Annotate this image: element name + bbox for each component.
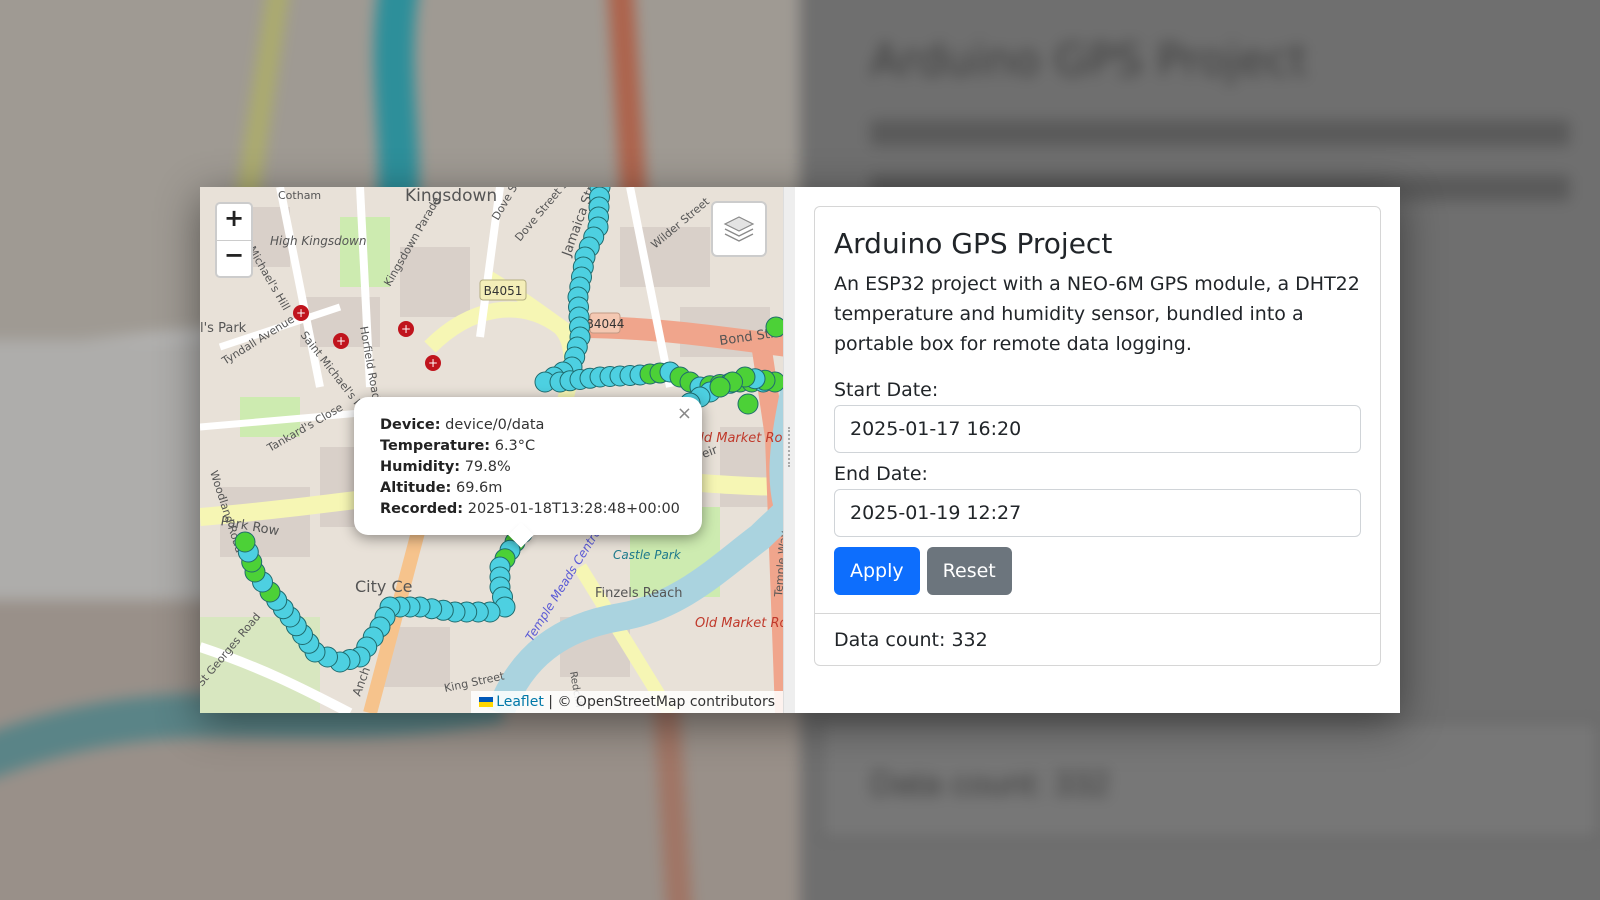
zoom-out-button[interactable]: −: [217, 240, 251, 276]
popup-altitude-row: Altitude: 69.6m: [380, 478, 682, 499]
popup-humidity-value: 79.8%: [464, 459, 511, 475]
gps-point-marker[interactable]: [709, 376, 731, 398]
popup-temperature-label: Temperature:: [380, 438, 491, 454]
popup-recorded-label: Recorded:: [380, 501, 464, 517]
label-finzels-reach: Finzels Reach: [595, 586, 683, 601]
project-description: An ESP32 project with a NEO-6M GPS modul…: [834, 273, 1360, 355]
svg-text:+: +: [428, 356, 438, 370]
project-card: Arduino GPS Project An ESP32 project wit…: [814, 206, 1381, 666]
ukraine-flag-icon: [479, 697, 494, 707]
popup-humidity-row: Humidity: 79.8%: [380, 457, 682, 478]
popup-device-label: Device:: [380, 417, 441, 433]
zoom-in-button[interactable]: +: [217, 204, 251, 240]
map-pane[interactable]: + + + + B4051 B4044 Kingsdown High Kings…: [200, 187, 795, 713]
label-high-kingsdown: High Kingsdown: [270, 234, 366, 248]
end-date-label: End Date:: [834, 463, 928, 485]
svg-text:+: +: [296, 306, 306, 320]
label-castle-park: Castle Park: [613, 548, 682, 562]
button-row: Apply Reset: [834, 547, 1361, 595]
popup-temperature-value: 6.3°C: [494, 438, 536, 454]
popup-humidity-label: Humidity:: [380, 459, 461, 475]
popup-device-value: device/0/data: [445, 417, 545, 433]
popup-device-row: Device: device/0/data: [380, 415, 682, 436]
label-old-market-1: Old Market Rou: [690, 431, 791, 446]
start-date-label: Start Date:: [834, 379, 939, 401]
popup-recorded-value: 2025-01-18T13:28:48+00:00: [467, 501, 680, 517]
pane-resize-handle[interactable]: [783, 187, 795, 713]
popup-altitude-value: 69.6m: [455, 480, 503, 496]
layers-button[interactable]: [711, 201, 767, 257]
road-shield-b4051: B4051: [484, 284, 523, 298]
project-title: Arduino GPS Project: [834, 227, 1113, 260]
zoom-control: + −: [215, 202, 253, 278]
reset-button[interactable]: Reset: [926, 547, 1012, 595]
svg-text:+: +: [336, 334, 346, 348]
attribution-text: | © OpenStreetMap contributors: [543, 694, 775, 710]
popup-temperature-row: Temperature: 6.3°C: [380, 436, 682, 457]
road-shield-b4044: B4044: [586, 317, 625, 331]
data-count: Data count: 332: [815, 613, 1380, 665]
start-date-input[interactable]: [834, 405, 1361, 453]
card-body: Arduino GPS Project An ESP32 project wit…: [815, 207, 1380, 613]
label-cotham: Cotham: [278, 189, 321, 202]
svg-text:+: +: [401, 322, 411, 336]
label-kingsdown: Kingsdown: [405, 187, 497, 206]
info-pane: Arduino GPS Project An ESP32 project wit…: [795, 187, 1400, 713]
app-window: + + + + B4051 B4044 Kingsdown High Kings…: [200, 187, 1400, 713]
popup-altitude-label: Altitude:: [380, 480, 452, 496]
label-city-centre: City Ce: [355, 577, 412, 596]
label-park: l's Park: [200, 321, 247, 336]
popup-close-button[interactable]: ×: [677, 403, 692, 424]
layers-icon: [723, 216, 755, 242]
end-date-input[interactable]: [834, 489, 1361, 537]
map-attribution: Leaflet | © OpenStreetMap contributors: [471, 691, 783, 713]
apply-button[interactable]: Apply: [834, 547, 920, 595]
label-old-market-2: Old Market Ro: [695, 616, 788, 631]
gps-point-marker[interactable]: [234, 531, 256, 553]
data-point-popup: × Device: device/0/data Temperature: 6.3…: [354, 397, 702, 535]
gps-point-marker[interactable]: [737, 393, 759, 415]
leaflet-link[interactable]: Leaflet: [496, 694, 544, 710]
popup-recorded-row: Recorded: 2025-01-18T13:28:48+00:00: [380, 499, 682, 520]
